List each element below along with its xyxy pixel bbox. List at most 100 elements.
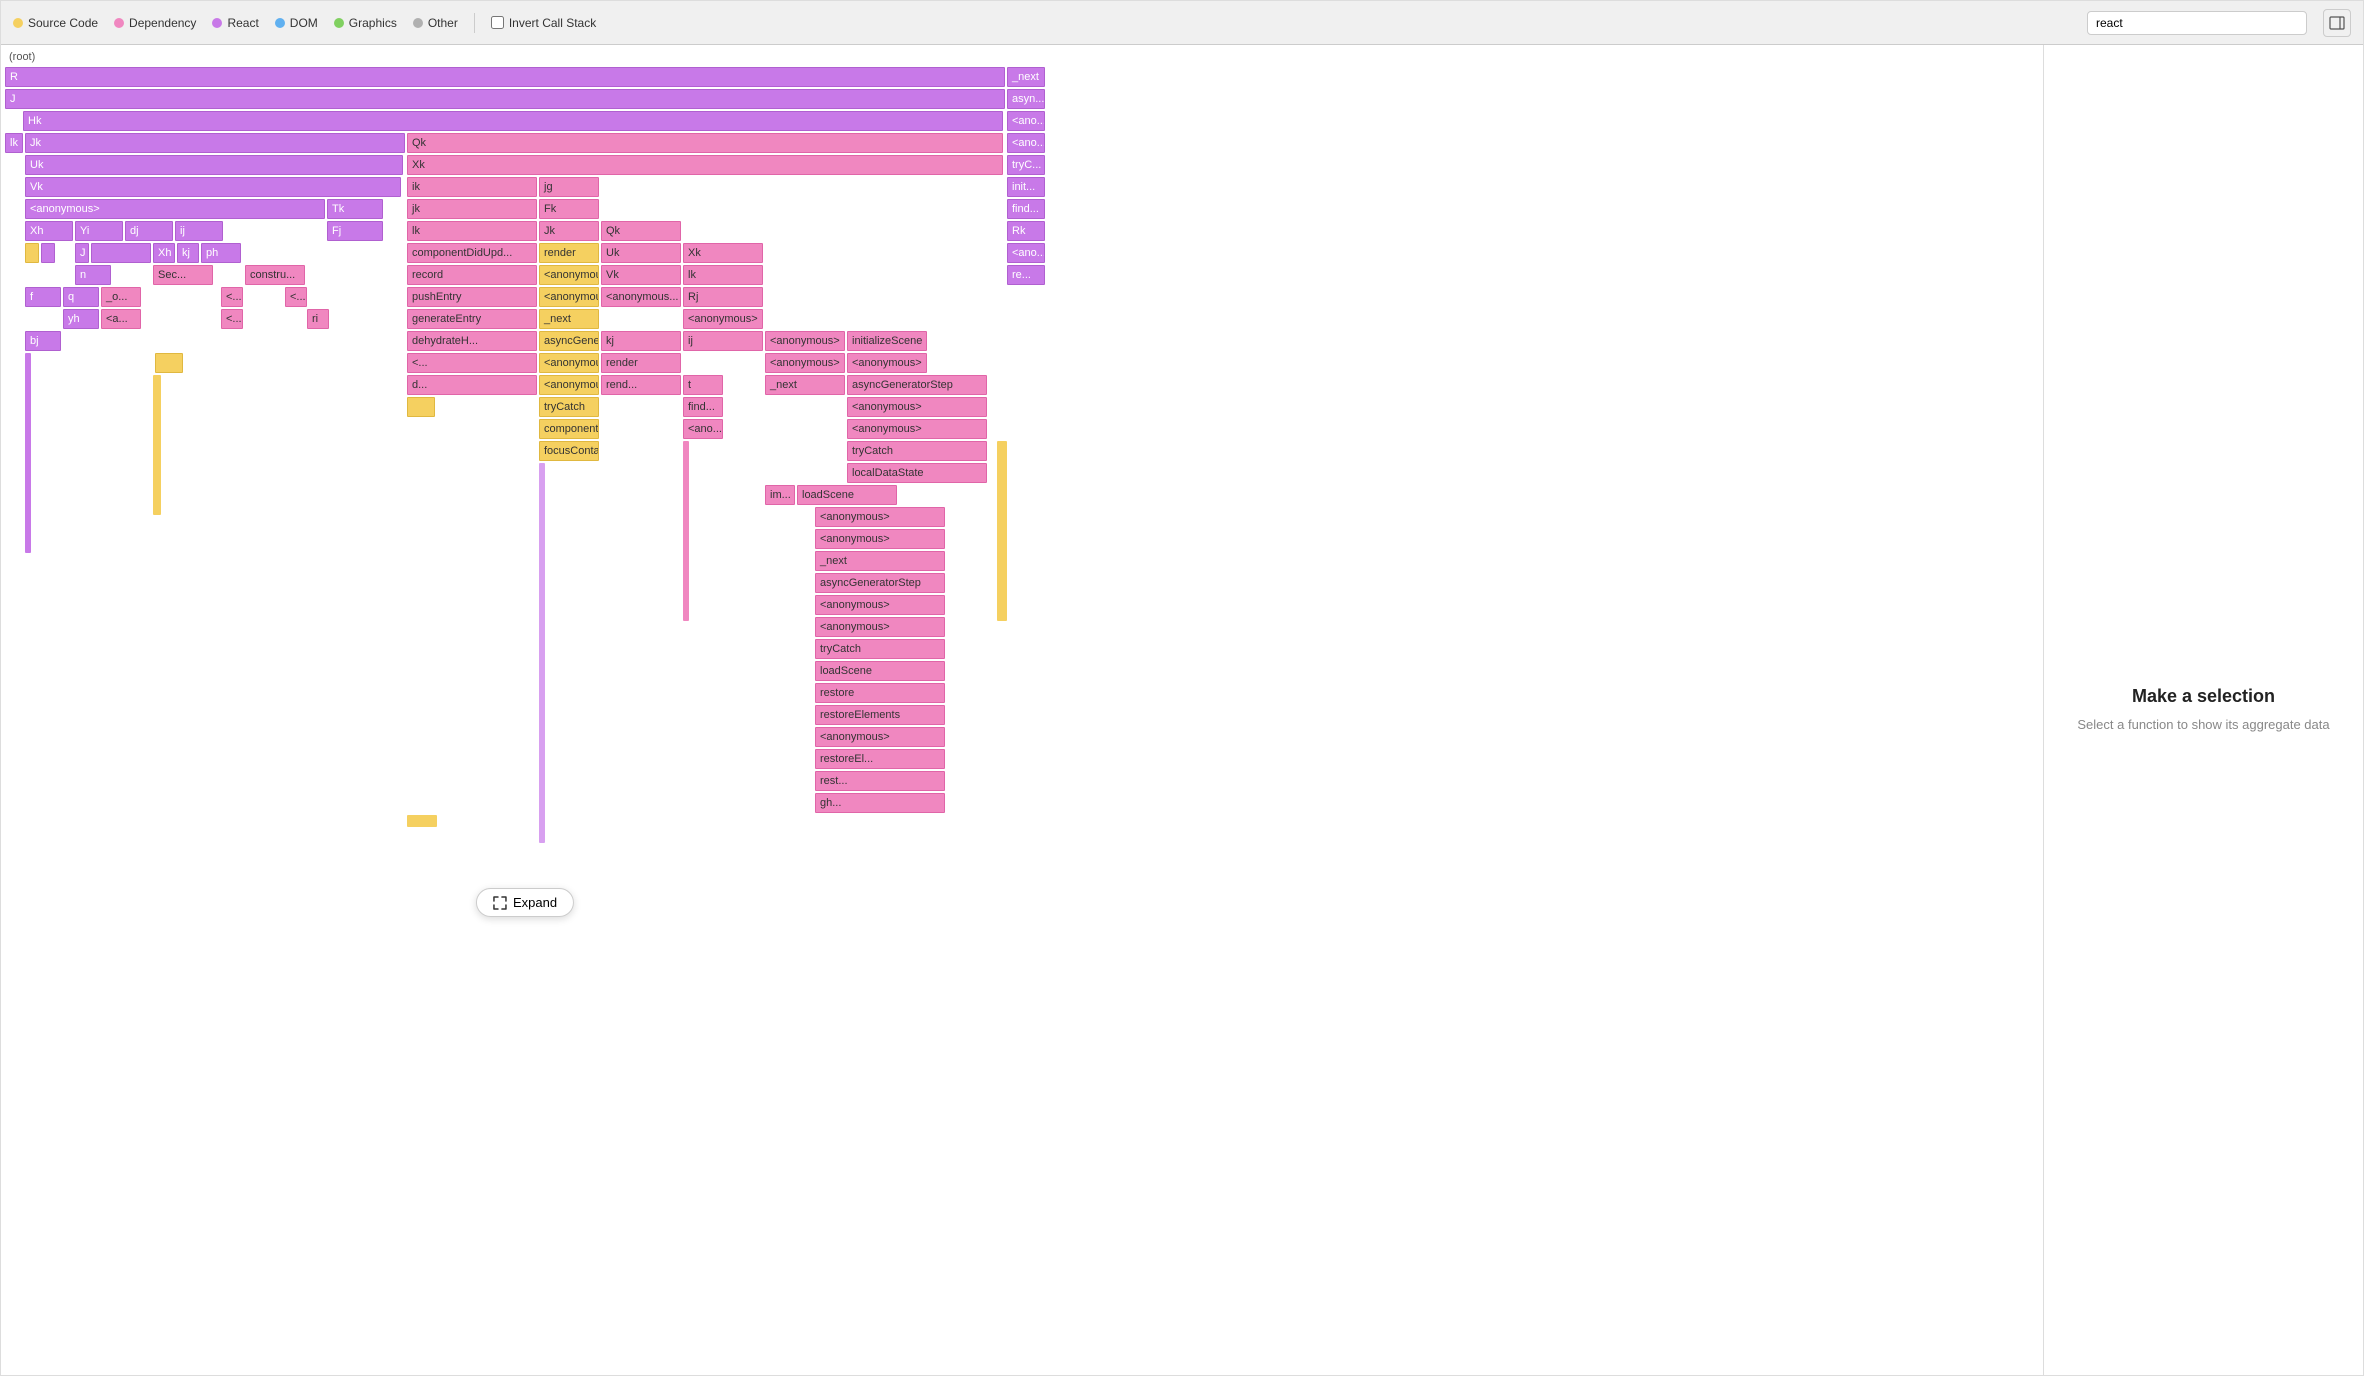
flame-block-im[interactable]: im...: [765, 485, 795, 505]
flame-block-s1[interactable]: [25, 243, 39, 263]
flame-block-s2[interactable]: [41, 243, 55, 263]
sidebar-toggle-button[interactable]: [2323, 9, 2351, 37]
flame-block-Jk2[interactable]: Jk: [539, 221, 599, 241]
flame-block-ano-dep2[interactable]: <ano...: [683, 419, 723, 439]
flame-block-R-right[interactable]: _next: [1007, 67, 1045, 87]
invert-call-stack-label[interactable]: Invert Call Stack: [491, 16, 596, 30]
flame-block-restoreElements[interactable]: restoreElements: [815, 705, 945, 725]
flame-block-asyncGenStep2[interactable]: asyncGeneratorStep: [815, 573, 945, 593]
flame-block-Hk[interactable]: Hk: [23, 111, 1003, 131]
flame-block-anon-r6[interactable]: <anonymous>: [847, 419, 987, 439]
flame-block-ltadot[interactable]: <a...: [101, 309, 141, 329]
flame-block-anon2[interactable]: <anonymous>: [539, 265, 599, 285]
flame-block-initializeScene[interactable]: initializeScene: [847, 331, 927, 351]
flame-block-anon-r10[interactable]: <anonymous>: [815, 617, 945, 637]
flame-block-ri[interactable]: ri: [307, 309, 329, 329]
flame-block-dj[interactable]: dj: [125, 221, 173, 241]
flame-block-anon5[interactable]: <anonymous>: [539, 375, 599, 395]
expand-button[interactable]: Expand: [476, 888, 574, 917]
flame-block-anon-r7[interactable]: <anonymous>: [815, 507, 945, 527]
flame-block-pushEntry[interactable]: pushEntry: [407, 287, 537, 307]
flame-block-tryCatch3[interactable]: tryCatch: [815, 639, 945, 659]
flame-block-Uk[interactable]: Uk: [25, 155, 403, 175]
invert-checkbox[interactable]: [491, 16, 504, 29]
flame-block-render[interactable]: render: [539, 243, 599, 263]
flame-block-anon-r2[interactable]: <anonymous>: [765, 331, 845, 351]
flame-block-loadScene[interactable]: loadScene: [797, 485, 897, 505]
flame-block-generateEntry[interactable]: generateEntry: [407, 309, 537, 329]
flame-block-ltdot3[interactable]: <...: [221, 309, 243, 329]
flame-block-yh[interactable]: yh: [63, 309, 99, 329]
flame-block-anon-r3[interactable]: <anonymous>: [765, 353, 845, 373]
flame-block-Qk2[interactable]: Qk: [601, 221, 681, 241]
flame-block-Xh2[interactable]: Xh: [153, 243, 175, 263]
flame-block-t[interactable]: t: [683, 375, 723, 395]
flame-block-tryCatch2[interactable]: tryCatch: [847, 441, 987, 461]
flame-block-lk3[interactable]: lk: [683, 265, 763, 285]
flame-block-J-right[interactable]: asyn...: [1007, 89, 1045, 109]
flame-block-anon4[interactable]: <anonymous>: [539, 353, 599, 373]
flame-block-q[interactable]: q: [63, 287, 99, 307]
flame-block-find[interactable]: find...: [683, 397, 723, 417]
flame-block-row7-right[interactable]: find...: [1007, 199, 1045, 219]
flame-block-loadScene2[interactable]: loadScene: [815, 661, 945, 681]
flame-block-next[interactable]: _next: [539, 309, 599, 329]
flame-block-anon[interactable]: <anonymous>: [25, 199, 325, 219]
flame-block-anon-r8[interactable]: <anonymous>: [815, 529, 945, 549]
flame-block-record[interactable]: record: [407, 265, 537, 285]
flame-block-restoreEl[interactable]: restoreEl...: [815, 749, 945, 769]
flame-block-kj[interactable]: kj: [177, 243, 199, 263]
flame-block-Xk[interactable]: Xk: [407, 155, 1003, 175]
flame-block-Xh[interactable]: Xh: [25, 221, 73, 241]
flame-block-asyncGenStep[interactable]: asyncGeneratorStep: [847, 375, 987, 395]
flame-block-constru[interactable]: constru...: [245, 265, 305, 285]
flame-block-J[interactable]: J: [5, 89, 1005, 109]
flame-block-R[interactable]: R: [5, 67, 1005, 87]
flame-block-gh[interactable]: gh...: [815, 793, 945, 813]
flame-block-Tk[interactable]: Tk: [327, 199, 383, 219]
flame-block-restore[interactable]: restore: [815, 683, 945, 703]
flame-block-anon-dep[interactable]: <anonymous...: [601, 287, 681, 307]
flame-block-Hk-right[interactable]: <ano...: [1007, 111, 1045, 131]
flame-block-Fj[interactable]: Fj: [327, 221, 383, 241]
flamegraph-area[interactable]: (root) R _next J asyn... Hk <ano... lk J…: [1, 45, 2043, 1375]
search-input[interactable]: [2087, 11, 2307, 35]
flame-block-n[interactable]: n: [75, 265, 111, 285]
flame-block-ano-r1[interactable]: <ano...: [1007, 243, 1045, 263]
flame-block-anon-r4[interactable]: <anonymous>: [847, 353, 927, 373]
flame-block-anon3[interactable]: <anonymous>: [539, 287, 599, 307]
flame-block-Rk[interactable]: Rk: [1007, 221, 1045, 241]
flame-block-Sec[interactable]: Sec...: [153, 265, 213, 285]
flame-block-row4-right[interactable]: <ano...: [1007, 133, 1045, 153]
flame-block-rest[interactable]: rest...: [815, 771, 945, 791]
flame-block-componentDidUpd[interactable]: componentDidUpd...: [407, 243, 537, 263]
flame-block-ij[interactable]: ij: [175, 221, 223, 241]
flame-block-lk[interactable]: lk: [5, 133, 23, 153]
flame-block-next2[interactable]: _next: [765, 375, 845, 395]
flame-block-jg[interactable]: jg: [539, 177, 599, 197]
flame-block-anon-r11[interactable]: <anonymous>: [815, 727, 945, 747]
flame-block-Qk[interactable]: Qk: [407, 133, 1003, 153]
flame-block-source1[interactable]: [155, 353, 183, 373]
flame-block-Vk2[interactable]: Vk: [601, 265, 681, 285]
flame-block-ik[interactable]: ik: [407, 177, 537, 197]
flame-block-empty[interactable]: [91, 243, 151, 263]
flame-block-re[interactable]: re...: [1007, 265, 1045, 285]
flame-block-Yi[interactable]: Yi: [75, 221, 123, 241]
flame-block-next3[interactable]: _next: [815, 551, 945, 571]
flame-block-d[interactable]: d...: [407, 375, 537, 395]
flame-block-row6-right[interactable]: init...: [1007, 177, 1045, 197]
flame-block-dehydrateH[interactable]: dehydrateH...: [407, 331, 537, 351]
flame-block-_o[interactable]: _o...: [101, 287, 141, 307]
flame-block-Jk[interactable]: Jk: [25, 133, 405, 153]
flame-block-Fk[interactable]: Fk: [539, 199, 599, 219]
flame-block-Vk[interactable]: Vk: [25, 177, 401, 197]
flame-block-ltdot4[interactable]: <...: [407, 353, 537, 373]
flame-block-ij2[interactable]: ij: [683, 331, 763, 351]
flame-block-localDataState[interactable]: localDataState: [847, 463, 987, 483]
flame-block-kj2[interactable]: kj: [601, 331, 681, 351]
flame-block-compDidMou[interactable]: componentDidMou...: [539, 419, 599, 439]
flame-block-f[interactable]: f: [25, 287, 61, 307]
flame-block-row5-right[interactable]: tryC...: [1007, 155, 1045, 175]
flame-block-jk[interactable]: jk: [407, 199, 537, 219]
